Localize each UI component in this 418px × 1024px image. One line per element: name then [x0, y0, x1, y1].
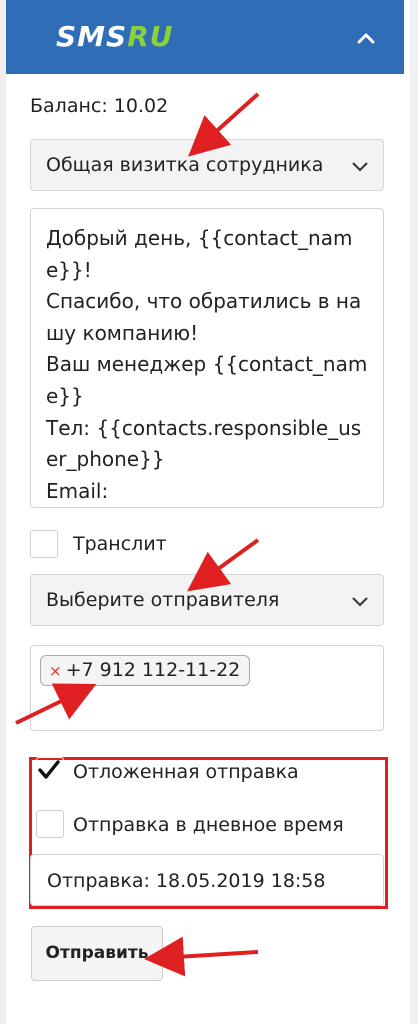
- sender-select[interactable]: Выберите отправителя: [30, 574, 384, 626]
- widget-header: SMSRU: [6, 0, 404, 74]
- collapse-button[interactable]: [354, 26, 378, 50]
- balance-text: Баланс: 10.02: [30, 95, 169, 117]
- template-select-value: Общая визитка сотрудника: [46, 154, 324, 176]
- smsru-logo: SMSRU: [56, 20, 174, 53]
- phone-recipients-field[interactable]: × +7 912 112-11-22: [30, 645, 384, 731]
- sender-select-value: Выберите отправителя: [46, 589, 280, 611]
- translit-checkbox[interactable]: [30, 530, 58, 558]
- checkmark-icon: [38, 760, 60, 779]
- logo-sms-text: SMS: [56, 20, 128, 53]
- template-select[interactable]: Общая визитка сотрудника: [30, 139, 384, 191]
- arrow-to-send-button: [144, 936, 259, 977]
- daytime-checkbox[interactable]: [36, 810, 64, 838]
- send-time-field[interactable]: Отправка: 18.05.2019 18:58: [30, 854, 384, 906]
- delayed-label: Отложенная отправка: [73, 761, 299, 783]
- chevron-up-icon: [357, 33, 375, 44]
- phone-tag: × +7 912 112-11-22: [40, 655, 251, 686]
- translit-label: Транслит: [73, 533, 167, 555]
- message-textarea[interactable]: Добрый день, {{contact_name}}! Спасибо, …: [30, 208, 384, 508]
- chevron-down-icon: [352, 162, 368, 172]
- left-frame-edge: [0, 0, 6, 1024]
- chevron-down-icon: [352, 597, 368, 607]
- delayed-checkbox[interactable]: [36, 757, 64, 785]
- logo-ru-text: RU: [127, 20, 174, 53]
- daytime-label: Отправка в дневное время: [73, 814, 344, 836]
- right-frame-edge: [410, 0, 418, 1024]
- send-button[interactable]: Отправить: [31, 926, 163, 981]
- phone-number: +7 912 112-11-22: [65, 659, 241, 681]
- remove-phone-icon[interactable]: ×: [49, 662, 62, 680]
